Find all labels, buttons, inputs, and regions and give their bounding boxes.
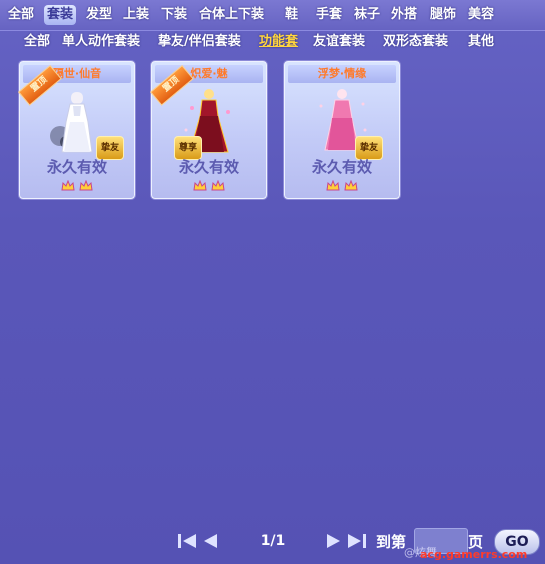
item-name: 浮梦·情缘 — [317, 67, 367, 80]
category-tab-full-outfit[interactable]: 合体上下装 — [199, 5, 264, 25]
page-indicator: 1/1 — [260, 533, 286, 549]
site-watermark: acg.gamerrs.com — [420, 548, 528, 561]
first-page-icon[interactable] — [176, 532, 198, 550]
prev-page-icon[interactable] — [199, 532, 221, 550]
category-bar: 全部 套装 发型 上装 下装 合体上下装 鞋 手套 袜子 外搭 腿饰 美容 — [0, 0, 545, 31]
category-tab-hair[interactable]: 发型 — [86, 5, 112, 25]
goto-page-label: 到第 — [376, 533, 407, 551]
item-card[interactable]: 炽爱·魅 尊享 置顶 永久有效 — [150, 61, 267, 199]
next-page-icon[interactable] — [323, 532, 345, 550]
category-tab-socks[interactable]: 袜子 — [354, 5, 380, 25]
item-card[interactable]: 浮梦·情缘 挚友 永久有效 — [284, 61, 400, 199]
category-tab-gloves[interactable]: 手套 — [316, 5, 342, 25]
category-tab-beauty[interactable]: 美容 — [468, 5, 494, 25]
item-card[interactable]: 隔世·仙音 挚友 置顶 永久有效 — [18, 61, 135, 199]
category-tab-shoes[interactable]: 鞋 — [285, 5, 298, 25]
subcategory-tab-other[interactable]: 其他 — [468, 33, 494, 51]
crown-icon — [344, 180, 358, 191]
category-tab-tops[interactable]: 上装 — [123, 5, 149, 25]
crown-icon — [211, 180, 225, 191]
category-tab-suits[interactable]: 套装 — [44, 5, 77, 25]
subcategory-tab-friend-partner[interactable]: 挚友/伴侣套装 — [158, 33, 241, 51]
crown-rating — [285, 180, 399, 194]
subcategory-tab-all[interactable]: 全部 — [24, 33, 50, 51]
item-duration: 永久有效 — [46, 158, 107, 176]
item-duration: 永久有效 — [178, 158, 239, 176]
crown-icon — [79, 180, 93, 191]
item-duration: 永久有效 — [311, 158, 372, 176]
crown-rating — [152, 180, 266, 194]
subcategory-tab-functional[interactable]: 功能套 — [259, 33, 298, 51]
premium-badge-icon: 尊享 — [174, 136, 202, 160]
subcategory-tab-dual-form[interactable]: 双形态套装 — [383, 33, 448, 51]
friend-badge-icon: 挚友 — [96, 136, 124, 160]
crown-icon — [193, 180, 207, 191]
category-tab-all[interactable]: 全部 — [8, 5, 34, 25]
subcategory-tab-friendship[interactable]: 友谊套装 — [313, 33, 365, 51]
subcategory-tab-solo-action[interactable]: 单人动作套装 — [62, 33, 140, 51]
category-tab-bottoms[interactable]: 下装 — [161, 5, 187, 25]
category-tab-leg-accessory[interactable]: 腿饰 — [430, 5, 456, 25]
last-page-icon[interactable] — [346, 532, 368, 550]
wardrobe-panel: 全部 套装 发型 上装 下装 合体上下装 鞋 手套 袜子 外搭 腿饰 美容 全部… — [0, 0, 545, 564]
crown-icon — [61, 180, 75, 191]
crown-rating — [20, 180, 134, 194]
friend-badge-icon: 挚友 — [355, 136, 383, 160]
category-tab-outerwear[interactable]: 外搭 — [391, 5, 417, 25]
crown-icon — [326, 180, 340, 191]
item-title-bar: 浮梦·情缘 — [288, 65, 396, 83]
